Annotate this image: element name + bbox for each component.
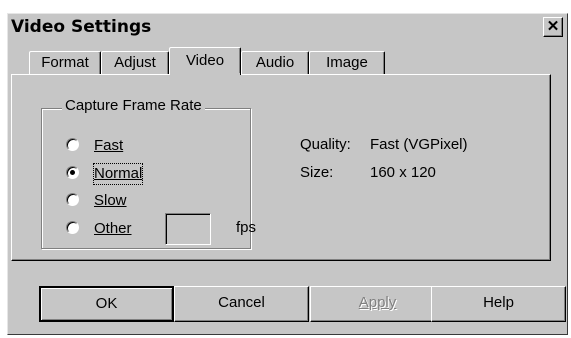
cancel-button-label: Cancel (218, 294, 265, 311)
tab-audio-label: Audio (255, 54, 295, 71)
tab-adjust-label: Adjust (114, 54, 156, 71)
radio-fast-label: Fast (94, 137, 124, 154)
size-value: 160 x 120 (370, 164, 436, 181)
title-bar[interactable]: Video Settings ✕ (8, 14, 567, 41)
other-fps-input[interactable] (165, 213, 211, 245)
ok-button[interactable]: OK (39, 286, 174, 322)
radio-normal-circle[interactable] (66, 166, 79, 179)
ok-button-label: OK (95, 295, 118, 312)
tab-image[interactable]: Image (309, 51, 385, 74)
tab-format-label: Format (41, 54, 89, 71)
tab-adjust[interactable]: Adjust (101, 51, 169, 74)
capture-frame-rate-label: Capture Frame Rate (62, 97, 205, 114)
apply-button[interactable]: Apply (310, 286, 445, 322)
quality-label: Quality: (300, 136, 351, 153)
tab-image-label: Image (326, 54, 368, 71)
quality-value: Fast (VGPixel) (370, 136, 468, 153)
apply-button-label: Apply (358, 294, 397, 311)
window-title: Video Settings (11, 17, 152, 37)
help-button[interactable]: Help (431, 286, 566, 322)
radio-other-circle[interactable] (66, 221, 79, 234)
size-label: Size: (300, 164, 334, 181)
cancel-button[interactable]: Cancel (174, 286, 309, 322)
radio-slow-label: Slow (94, 192, 127, 209)
close-icon: ✕ (546, 18, 560, 35)
active-tab-gap (170, 73, 240, 75)
tab-video-label: Video (185, 52, 225, 69)
radio-selected-dot (70, 170, 75, 175)
radio-fast-circle[interactable] (66, 138, 79, 151)
fps-label: fps (236, 219, 257, 236)
help-button-label: Help (483, 294, 514, 311)
radio-normal-label: Normal (92, 163, 144, 185)
tab-format[interactable]: Format (29, 51, 101, 74)
tab-audio[interactable]: Audio (241, 51, 309, 74)
close-button[interactable]: ✕ (543, 17, 563, 37)
radio-other-label: Other (94, 220, 132, 237)
radio-slow-circle[interactable] (66, 193, 79, 206)
tab-video[interactable]: Video (169, 47, 241, 75)
